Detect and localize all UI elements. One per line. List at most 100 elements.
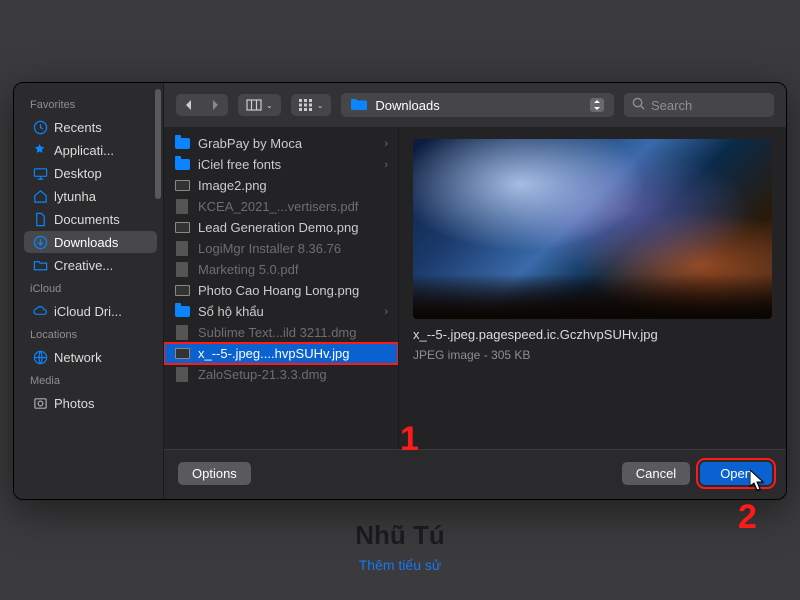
sidebar-scrollbar[interactable] xyxy=(155,89,161,199)
sidebar-item-label: Network xyxy=(54,350,102,365)
sidebar-item-label: Applicati... xyxy=(54,143,114,158)
photos-icon xyxy=(32,395,48,411)
sidebar-item-documents[interactable]: Documents xyxy=(24,208,157,230)
search-placeholder: Search xyxy=(651,98,692,113)
sidebar-item-network[interactable]: Network xyxy=(24,346,157,368)
back-button[interactable] xyxy=(176,94,202,116)
sidebar-item-label: Documents xyxy=(54,212,120,227)
file-name: Sổ hộ khẩu xyxy=(198,304,376,319)
file-name: iCiel free fonts xyxy=(198,157,376,172)
sidebar-section-media: Media xyxy=(20,369,163,391)
file-row[interactable]: LogiMgr Installer 8.36.76 xyxy=(164,238,398,259)
nav-buttons xyxy=(176,94,228,116)
options-button[interactable]: Options xyxy=(178,462,251,485)
file-row[interactable]: x_--5-.jpeg....hvpSUHv.jpg xyxy=(164,343,398,364)
sidebar-item-label: lytunha xyxy=(54,189,96,204)
file-name: x_--5-.jpeg....hvpSUHv.jpg xyxy=(198,346,388,361)
sidebar-item-label: Creative... xyxy=(54,258,113,273)
file-row[interactable]: Sổ hộ khẩu › xyxy=(164,301,398,322)
folder-icon xyxy=(32,257,48,273)
sidebar-item-desktop[interactable]: Desktop xyxy=(24,162,157,184)
home-icon xyxy=(32,188,48,204)
dialog-footer: Options Cancel Open xyxy=(164,449,786,499)
sidebar-item-applications[interactable]: Applicati... xyxy=(24,139,157,161)
file-name: Photo Cao Hoang Long.png xyxy=(198,283,388,298)
sidebar-item-label: Photos xyxy=(54,396,94,411)
document-file-icon xyxy=(174,367,190,383)
toolbar: ⌄ ⌄ Downloads Search xyxy=(164,83,786,127)
cursor-icon xyxy=(750,470,764,490)
sidebar-item-label: Recents xyxy=(54,120,102,135)
folder-icon xyxy=(174,136,190,152)
network-icon xyxy=(32,349,48,365)
chevron-down-icon: ⌄ xyxy=(317,101,324,110)
file-name: Image2.png xyxy=(198,178,388,193)
chevron-right-icon: › xyxy=(384,159,388,171)
document-file-icon xyxy=(174,325,190,341)
document-icon xyxy=(32,211,48,227)
image-file-icon xyxy=(174,220,190,236)
location-label: Downloads xyxy=(375,98,439,113)
sidebar-item-recents[interactable]: Recents xyxy=(24,116,157,138)
file-row[interactable]: Photo Cao Hoang Long.png xyxy=(164,280,398,301)
file-row[interactable]: Marketing 5.0.pdf xyxy=(164,259,398,280)
cloud-icon xyxy=(32,303,48,319)
bg-profile-subtitle[interactable]: Thêm tiểu sử xyxy=(0,557,800,573)
file-row[interactable]: iCiel free fonts › xyxy=(164,154,398,175)
file-row[interactable]: KCEA_2021_...vertisers.pdf xyxy=(164,196,398,217)
file-name: Lead Generation Demo.png xyxy=(198,220,388,235)
file-row[interactable]: ZaloSetup-21.3.3.dmg xyxy=(164,364,398,385)
annotation-1: 1 xyxy=(400,420,419,459)
file-name: KCEA_2021_...vertisers.pdf xyxy=(198,199,388,214)
folder-icon xyxy=(351,98,367,113)
file-name: GrabPay by Moca xyxy=(198,136,376,151)
preview-image xyxy=(413,139,772,319)
file-row[interactable]: Sublime Text...ild 3211.dmg xyxy=(164,322,398,343)
cancel-button[interactable]: Cancel xyxy=(622,462,690,485)
downloads-icon xyxy=(32,234,48,250)
sidebar-item-creative[interactable]: Creative... xyxy=(24,254,157,276)
folder-icon xyxy=(174,157,190,173)
forward-button[interactable] xyxy=(202,94,228,116)
sidebar-item-home[interactable]: lytunha xyxy=(24,185,157,207)
location-dropdown[interactable]: Downloads xyxy=(341,93,614,117)
search-icon xyxy=(632,97,645,113)
sidebar-item-downloads[interactable]: Downloads xyxy=(24,231,157,253)
clock-icon xyxy=(32,119,48,135)
file-row[interactable]: GrabPay by Moca › xyxy=(164,133,398,154)
annotation-2: 2 xyxy=(738,498,757,537)
document-file-icon xyxy=(174,262,190,278)
image-file-icon xyxy=(174,346,190,362)
desktop-icon xyxy=(32,165,48,181)
sidebar-section-locations: Locations xyxy=(20,323,163,345)
sidebar-section-favorites: Favorites xyxy=(20,93,163,115)
preview-pane: x_--5-.jpeg.pagespeed.ic.GczhvpSUHv.jpg … xyxy=(399,127,786,449)
sidebar-item-label: Downloads xyxy=(54,235,118,250)
view-columns-button[interactable]: ⌄ xyxy=(238,94,281,116)
chevron-updown-icon xyxy=(590,98,604,112)
document-file-icon xyxy=(174,199,190,215)
sidebar-item-photos[interactable]: Photos xyxy=(24,392,157,414)
sidebar: Favorites Recents Applicati... Desktop l… xyxy=(14,83,164,499)
file-name: Marketing 5.0.pdf xyxy=(198,262,388,277)
image-file-icon xyxy=(174,283,190,299)
document-file-icon xyxy=(174,241,190,257)
preview-filename: x_--5-.jpeg.pagespeed.ic.GczhvpSUHv.jpg xyxy=(413,327,772,344)
file-name: Sublime Text...ild 3211.dmg xyxy=(198,325,388,340)
search-input[interactable]: Search xyxy=(624,93,774,117)
applications-icon xyxy=(32,142,48,158)
chevron-right-icon: › xyxy=(384,306,388,318)
chevron-down-icon: ⌄ xyxy=(266,101,273,110)
sidebar-item-icloud-drive[interactable]: iCloud Dri... xyxy=(24,300,157,322)
main-panel: ⌄ ⌄ Downloads Search xyxy=(164,83,786,499)
image-file-icon xyxy=(174,178,190,194)
file-list[interactable]: GrabPay by Moca › iCiel free fonts › Image2.… xyxy=(164,127,399,449)
file-row[interactable]: Image2.png xyxy=(164,175,398,196)
chevron-right-icon: › xyxy=(384,138,388,150)
sidebar-section-icloud: iCloud xyxy=(20,277,163,299)
view-grid-button[interactable]: ⌄ xyxy=(291,94,332,116)
file-name: LogiMgr Installer 8.36.76 xyxy=(198,241,388,256)
file-name: ZaloSetup-21.3.3.dmg xyxy=(198,367,388,382)
file-row[interactable]: Lead Generation Demo.png xyxy=(164,217,398,238)
preview-metadata: JPEG image - 305 KB xyxy=(413,348,772,362)
